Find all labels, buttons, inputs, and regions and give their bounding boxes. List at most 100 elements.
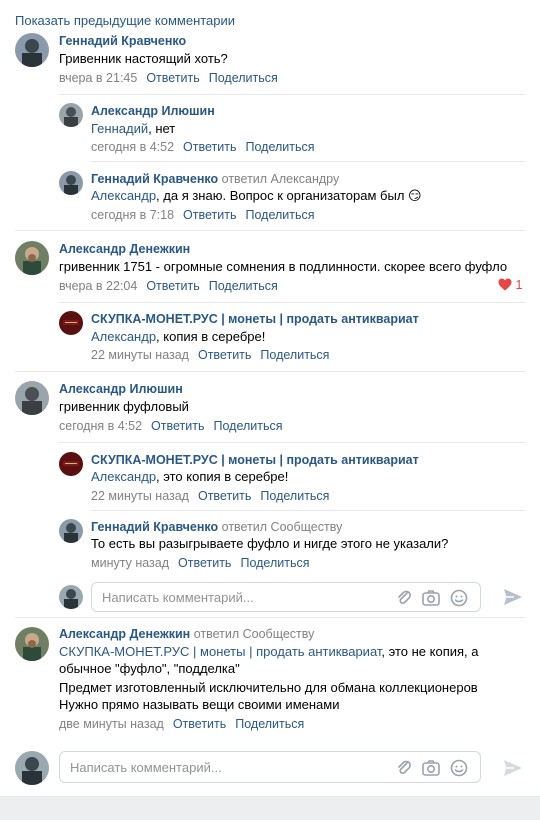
current-user-avatar: [15, 751, 49, 785]
current-user-avatar: [59, 585, 83, 609]
comment-meta: вчера в 22:04 Ответить Поделиться: [59, 279, 278, 293]
comment-author[interactable]: Александр Илюшин: [91, 104, 215, 118]
comment-author[interactable]: Геннадий Кравченко: [59, 34, 186, 48]
comment-author[interactable]: Александр Денежкин ответил Сообществу: [59, 627, 314, 641]
avatar[interactable]: [59, 103, 83, 127]
comment-author[interactable]: СКУПКА-МОНЕТ.РУС | монеты | продать анти…: [91, 312, 419, 326]
comment-meta: вчера в 21:45 Ответить Поделиться: [59, 71, 278, 85]
divider: [59, 94, 525, 95]
comment-time[interactable]: вчера в 21:45: [59, 71, 137, 85]
divider: [91, 161, 525, 162]
new-comment-input[interactable]: [70, 760, 340, 775]
paperclip-icon[interactable]: [394, 758, 414, 778]
reply-button[interactable]: Ответить: [146, 71, 199, 85]
like-count: 1: [515, 278, 523, 292]
comment-text-line: Предмет изготовленный исключительно для …: [59, 680, 478, 695]
comment-author[interactable]: СКУПКА-МОНЕТ.РУС | монеты | продать анти…: [91, 453, 419, 467]
divider: [15, 617, 525, 618]
avatar[interactable]: [15, 627, 49, 661]
comment-text: То есть вы разыгрываете фуфло и нигде эт…: [91, 536, 449, 551]
share-button[interactable]: Поделиться: [209, 71, 278, 85]
reply-button[interactable]: Ответить: [198, 348, 251, 362]
avatar[interactable]: [15, 241, 49, 275]
emoji-icon[interactable]: [449, 758, 469, 778]
comment-time[interactable]: сегодня в 4:52: [91, 140, 174, 154]
mention-link[interactable]: Александр: [91, 188, 156, 203]
reply-to-label[interactable]: ответил Сообществу: [194, 627, 315, 641]
reply-comment-box: [91, 582, 481, 612]
reply-button[interactable]: Ответить: [183, 140, 236, 154]
comment-author[interactable]: Александр Илюшин: [59, 382, 183, 396]
avatar[interactable]: [59, 171, 83, 195]
comment-text: Гривенник настоящий хоть?: [59, 51, 228, 66]
reply-to-label[interactable]: ответил Сообществу: [222, 520, 343, 534]
reply-button[interactable]: Ответить: [146, 279, 199, 293]
reply-to-label[interactable]: ответил Александру: [222, 172, 340, 186]
camera-icon[interactable]: [421, 588, 441, 608]
comment-author[interactable]: Геннадий Кравченко ответил Александру: [91, 172, 339, 186]
camera-icon[interactable]: [421, 758, 441, 778]
comment-text-line: Нужно прямо называть вещи своими именами: [59, 697, 340, 712]
comment-text: гривенник фуфловый: [59, 399, 189, 414]
avatar[interactable]: [15, 381, 49, 415]
community-avatar[interactable]: [59, 311, 83, 335]
comment-text: Геннадий, нет: [91, 121, 176, 136]
share-button[interactable]: Поделиться: [209, 279, 278, 293]
share-button[interactable]: Поделиться: [260, 348, 329, 362]
reply-button[interactable]: Ответить: [173, 717, 226, 731]
divider: [91, 510, 525, 511]
page-footer-strip: [0, 796, 540, 820]
comment-time[interactable]: 22 минуты назад: [91, 348, 189, 362]
comment-time[interactable]: вчера в 22:04: [59, 279, 137, 293]
comment-text: Александр, это копия в серебре!: [91, 469, 289, 484]
reply-button[interactable]: Ответить: [183, 208, 236, 222]
comment-time[interactable]: 22 минуты назад: [91, 489, 189, 503]
share-button[interactable]: Поделиться: [260, 489, 329, 503]
mention-link[interactable]: Александр: [91, 469, 156, 484]
comment-text-line: обычное "фуфло", "подделка": [59, 661, 240, 676]
comment-meta: две минуты назад Ответить Поделиться: [59, 717, 304, 731]
share-button[interactable]: Поделиться: [245, 208, 314, 222]
comment-meta: минуту назад Ответить Поделиться: [91, 556, 309, 570]
divider: [15, 230, 525, 231]
comment-text: СКУПКА-МОНЕТ.РУС | монеты | продать анти…: [59, 644, 479, 659]
comment-time[interactable]: сегодня в 7:18: [91, 208, 174, 222]
comment-text: гривенник 1751 - огромные сомнения в под…: [59, 259, 508, 274]
comment-text: Александр, копия в серебре!: [91, 329, 266, 344]
comment-meta: сегодня в 4:52 Ответить Поделиться: [91, 140, 315, 154]
comment-meta: 22 минуты назад Ответить Поделиться: [91, 348, 329, 362]
share-button[interactable]: Поделиться: [245, 140, 314, 154]
comment-time[interactable]: две минуты назад: [59, 717, 164, 731]
reply-button[interactable]: Ответить: [198, 489, 251, 503]
share-button[interactable]: Поделиться: [235, 717, 304, 731]
mention-link[interactable]: СКУПКА-МОНЕТ.РУС | монеты | продать анти…: [59, 644, 381, 659]
new-comment-box: [59, 751, 481, 783]
divider: [59, 442, 525, 443]
heart-icon: [498, 278, 512, 291]
comment-time[interactable]: минуту назад: [91, 556, 169, 570]
avatar[interactable]: [15, 33, 49, 67]
avatar[interactable]: [59, 519, 83, 543]
comment-meta: сегодня в 4:52 Ответить Поделиться: [59, 419, 283, 433]
emoji-icon[interactable]: [449, 588, 469, 608]
comment-text: Александр, да я знаю. Вопрос к организат…: [91, 188, 422, 203]
divider: [59, 302, 525, 303]
reply-button[interactable]: Ответить: [178, 556, 231, 570]
mention-link[interactable]: Геннадий: [91, 121, 148, 136]
send-icon[interactable]: [502, 586, 524, 608]
like-button[interactable]: 1: [498, 278, 522, 292]
divider: [15, 371, 525, 372]
reply-comment-input[interactable]: [102, 590, 372, 605]
mention-link[interactable]: Александр: [91, 329, 156, 344]
share-button[interactable]: Поделиться: [240, 556, 309, 570]
community-avatar[interactable]: [59, 452, 83, 476]
comment-author[interactable]: Александр Денежкин: [59, 242, 190, 256]
comment-time[interactable]: сегодня в 4:52: [59, 419, 142, 433]
comment-author[interactable]: Геннадий Кравченко ответил Сообществу: [91, 520, 342, 534]
comment-meta: сегодня в 7:18 Ответить Поделиться: [91, 208, 315, 222]
reply-button[interactable]: Ответить: [151, 419, 204, 433]
share-button[interactable]: Поделиться: [213, 419, 282, 433]
show-previous-comments-link[interactable]: Показать предыдущие комментарии: [15, 13, 235, 28]
send-icon[interactable]: [502, 757, 524, 779]
paperclip-icon[interactable]: [394, 588, 414, 608]
